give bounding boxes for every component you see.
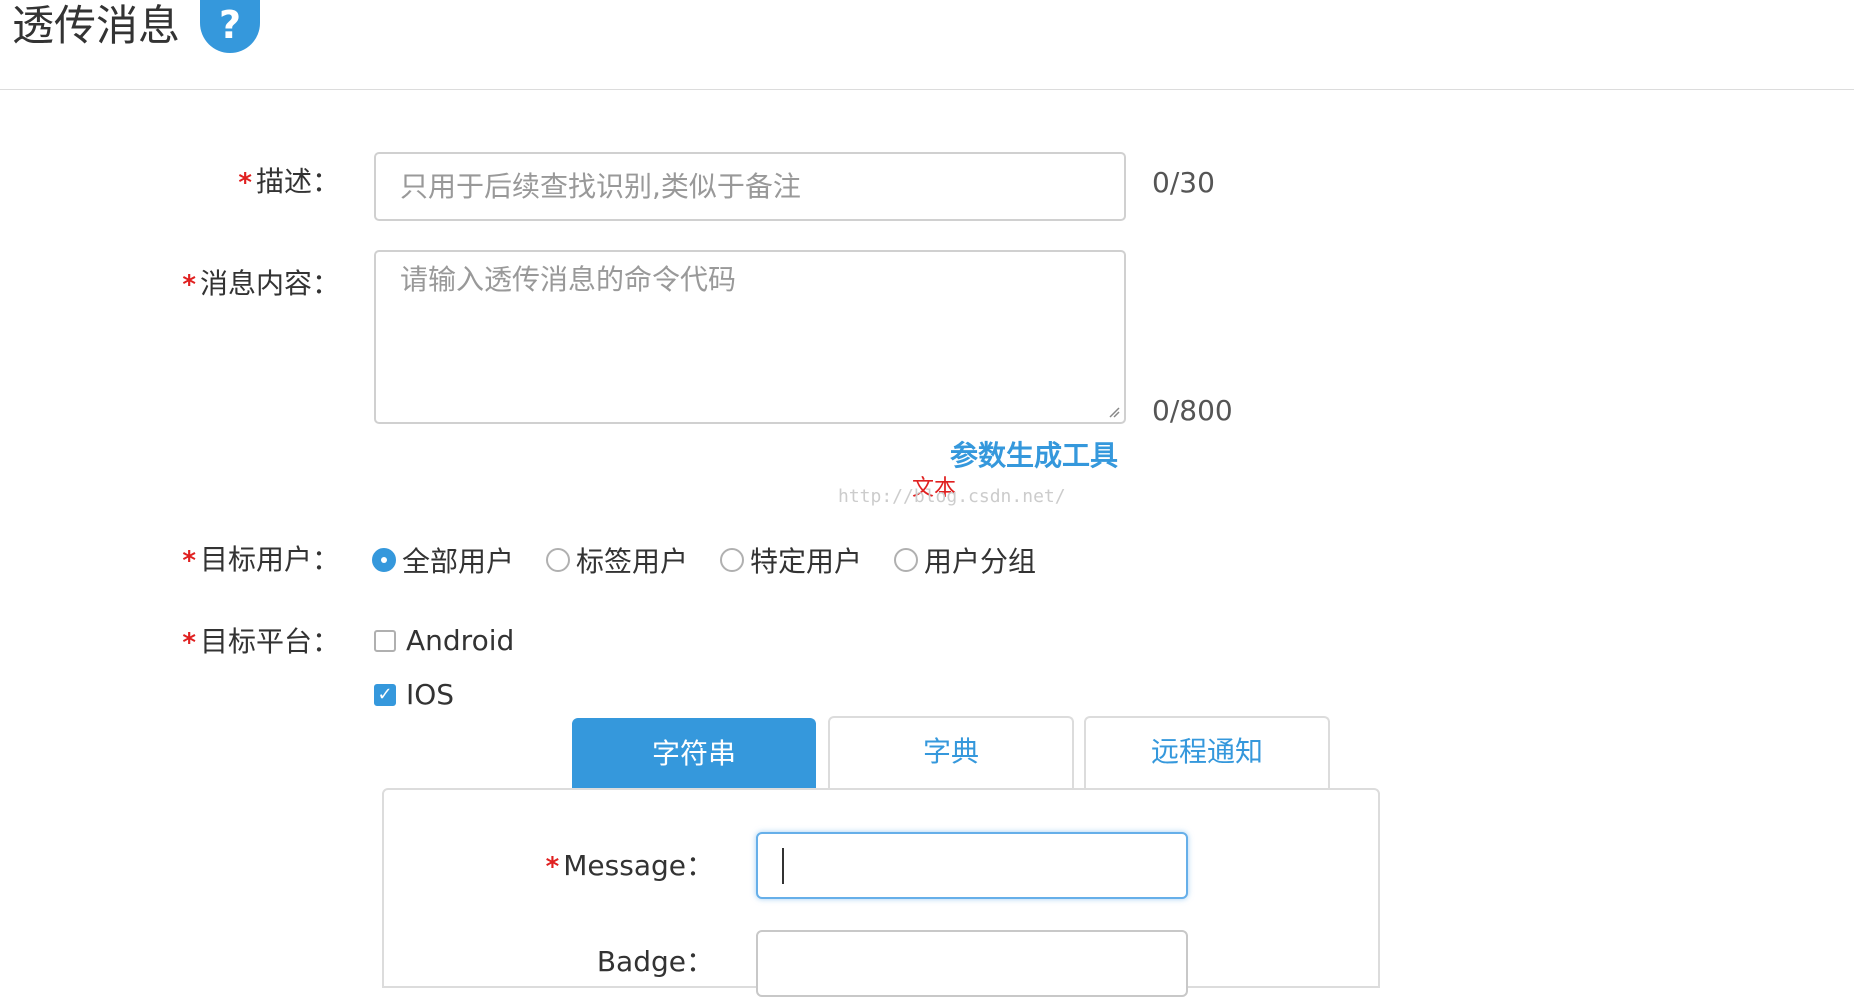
badge-input[interactable]	[756, 930, 1188, 997]
required-mark: *	[182, 546, 196, 576]
radio-all-users-label: 全部用户	[402, 545, 515, 578]
radio-user-groups[interactable]: 用户分组	[894, 540, 1036, 580]
message-content-counter: 0/800	[1152, 394, 1233, 427]
ios-string-panel: * Message： Badge：	[382, 788, 1380, 997]
description-label: * 描述：	[140, 160, 340, 200]
description-counter: 0/30	[1152, 166, 1215, 199]
required-mark: *	[238, 168, 252, 198]
required-mark: *	[182, 270, 196, 300]
param-generator-link[interactable]: 参数生成工具	[950, 434, 1118, 474]
text-caret	[782, 848, 784, 884]
description-label-text: 描述：	[255, 165, 340, 198]
radio-specific-users[interactable]: 特定用户	[720, 540, 862, 580]
message-content-placeholder: 请输入透传消息的命令代码	[400, 263, 737, 296]
message-field-label: * Message：	[444, 844, 714, 884]
tab-dictionary[interactable]: 字典	[828, 716, 1074, 790]
checkbox-android-label: Android	[406, 624, 515, 657]
description-input[interactable]: 只用于后续查找识别,类似于备注	[374, 152, 1126, 221]
page-header: 透传消息 ?	[0, 0, 1854, 90]
tab-remote-notification[interactable]: 远程通知	[1084, 716, 1330, 790]
tab-string[interactable]: 字符串	[572, 718, 816, 790]
message-input[interactable]	[756, 832, 1188, 899]
checkbox-unchecked-icon[interactable]	[374, 629, 396, 652]
radio-unselected-icon[interactable]	[546, 548, 570, 572]
resize-handle-icon[interactable]	[1108, 406, 1120, 418]
watermark-url: http://blog.csdn.net/	[838, 486, 1066, 507]
description-placeholder: 只用于后续查找识别,类似于备注	[400, 170, 801, 203]
badge-field-label: Badge：	[444, 940, 714, 980]
checkbox-ios-label: IOS	[406, 678, 455, 711]
required-mark: *	[545, 852, 560, 882]
message-content-textarea[interactable]: 请输入透传消息的命令代码	[374, 250, 1126, 424]
message-field-label-text: Message：	[563, 849, 714, 882]
radio-tag-users[interactable]: 标签用户	[546, 540, 688, 580]
message-content-label-text: 消息内容：	[199, 267, 340, 300]
checkbox-ios[interactable]: ✓ IOS	[374, 678, 454, 711]
checkbox-android[interactable]: Android	[374, 624, 514, 657]
radio-selected-icon[interactable]	[372, 548, 396, 572]
message-content-label: * 消息内容：	[140, 262, 340, 302]
radio-all-users[interactable]: 全部用户	[372, 540, 514, 580]
radio-specific-users-label: 特定用户	[750, 545, 863, 578]
target-platform-label-text: 目标平台：	[199, 625, 340, 658]
required-mark: *	[182, 628, 196, 658]
question-mark-icon[interactable]: ?	[200, 0, 260, 53]
radio-tag-users-label: 标签用户	[576, 545, 689, 578]
checkmark-icon[interactable]: ✓	[374, 683, 396, 706]
target-platform-label: * 目标平台：	[140, 620, 340, 660]
radio-unselected-icon[interactable]	[720, 548, 744, 572]
radio-user-groups-label: 用户分组	[924, 545, 1037, 578]
radio-unselected-icon[interactable]	[894, 548, 918, 572]
target-users-label: * 目标用户：	[140, 538, 340, 578]
page-title: 透传消息	[12, 1, 181, 50]
target-users-label-text: 目标用户：	[199, 543, 340, 576]
